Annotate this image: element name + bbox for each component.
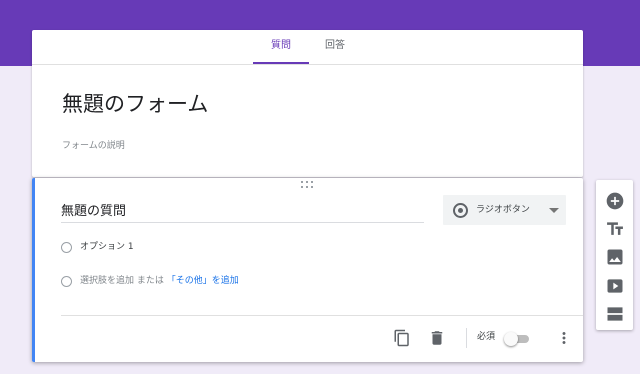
add-section-icon[interactable] — [605, 304, 625, 324]
delete-icon[interactable] — [428, 329, 446, 347]
tab-responses[interactable]: 回答 — [322, 30, 348, 64]
option-radio-icon — [61, 242, 72, 253]
add-other-link[interactable]: 「その他」を追加 — [167, 276, 239, 286]
tab-questions-label: 質問 — [271, 40, 291, 51]
add-video-icon[interactable] — [605, 276, 625, 296]
question-type-dropdown[interactable]: ラジオボタン — [443, 195, 566, 225]
add-option-text[interactable]: 選択肢を追加 または — [80, 276, 167, 286]
option-label[interactable]: オプション 1 — [80, 239, 134, 255]
form-description-field[interactable]: フォームの説明 — [62, 138, 125, 151]
radio-button-icon — [453, 203, 468, 218]
form-title[interactable]: 無題のフォーム — [62, 88, 208, 118]
footer-separator — [466, 328, 467, 348]
question-type-label: ラジオボタン — [476, 205, 530, 215]
footer-divider — [61, 315, 583, 316]
required-toggle[interactable] — [504, 332, 530, 346]
active-tab-indicator — [253, 62, 309, 64]
question-title-input[interactable]: 無題の質問 — [61, 202, 424, 223]
duplicate-icon[interactable] — [393, 329, 411, 347]
add-image-icon[interactable] — [605, 247, 625, 267]
tab-responses-label: 回答 — [325, 40, 345, 51]
chevron-down-icon — [549, 208, 559, 213]
drag-handle-icon[interactable] — [301, 181, 315, 189]
required-label: 必須 — [477, 332, 496, 342]
add-title-icon[interactable] — [605, 219, 625, 239]
tab-bar: 質問 回答 — [32, 30, 583, 65]
add-option-text-wrap: 選択肢を追加 または 「その他」を追加 — [80, 273, 239, 289]
question-card[interactable]: 無題の質問 ラジオボタン オプション 1 選択肢を追加 または 「その他」を追加… — [32, 178, 583, 362]
option-radio-icon — [61, 276, 72, 287]
tab-questions[interactable]: 質問 — [253, 30, 309, 64]
toggle-thumb — [504, 332, 518, 346]
more-options-icon[interactable] — [555, 329, 573, 347]
form-header-card: 質問 回答 無題のフォーム フォームの説明 — [32, 30, 583, 177]
active-card-indicator — [32, 178, 35, 362]
side-toolbar — [596, 180, 633, 330]
add-question-icon[interactable] — [605, 191, 625, 211]
